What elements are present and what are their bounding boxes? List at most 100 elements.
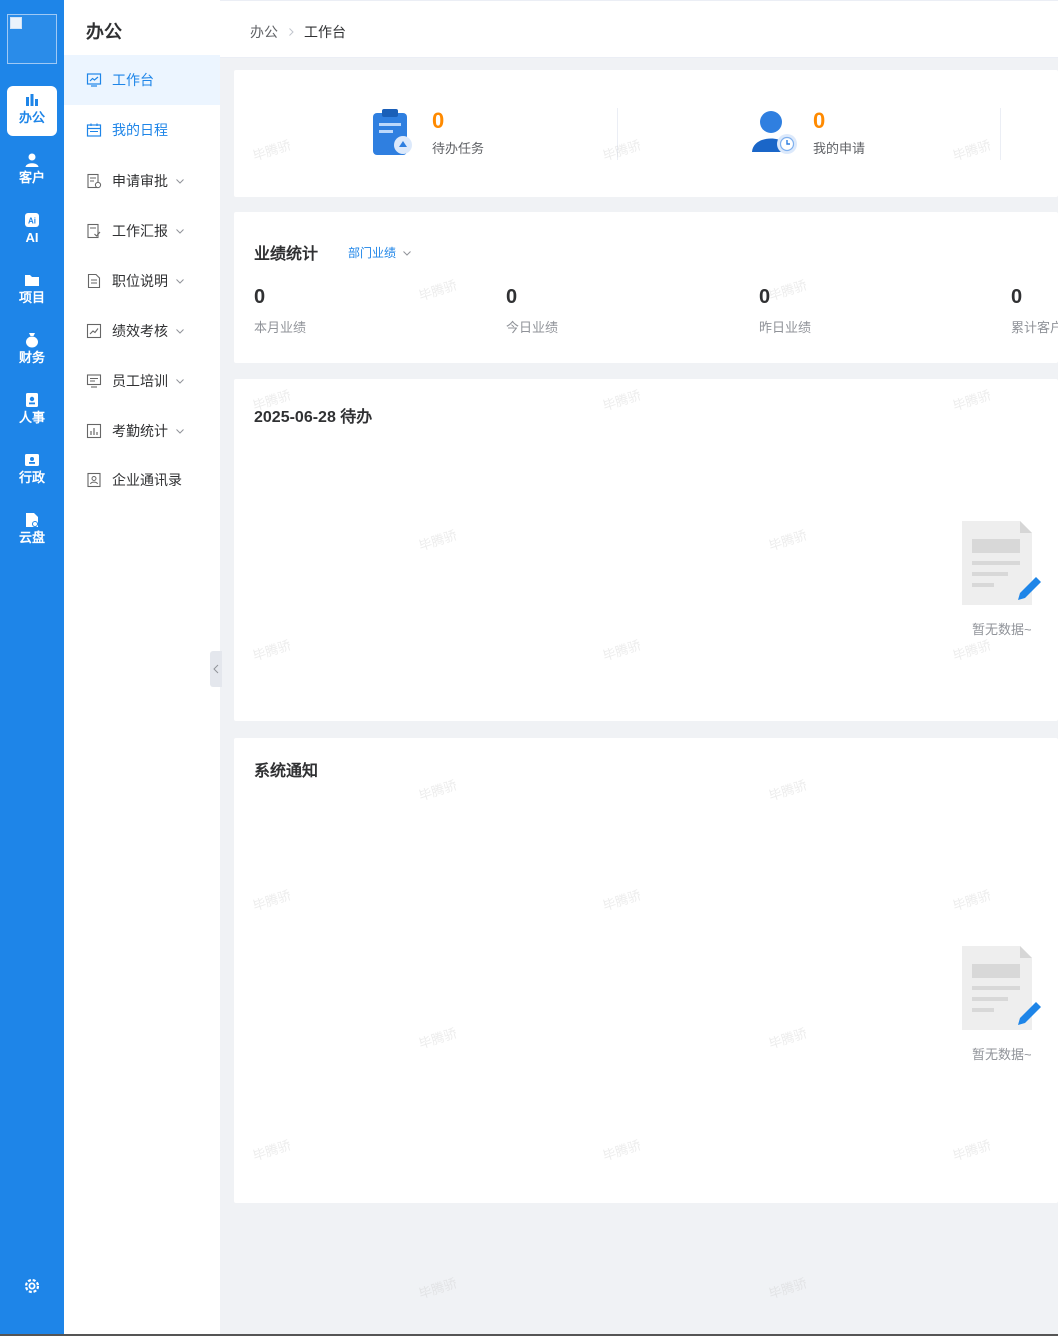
stat-value: 0 xyxy=(506,286,518,308)
menu-item-contacts[interactable]: 企业通讯录 xyxy=(64,455,220,505)
hr-badge-icon xyxy=(26,393,38,407)
project-folder-icon xyxy=(25,275,39,286)
approval-doc-icon xyxy=(87,173,102,189)
notice-empty-text: 暂无数据~ xyxy=(972,1047,1032,1062)
stat-value: 0 xyxy=(759,286,771,308)
menu-item-schedule[interactable]: 我的日程 xyxy=(64,105,220,155)
notice-empty-state: 暂无数据~ xyxy=(962,944,1044,1063)
notice-title: 系统通知 xyxy=(254,763,319,780)
rail-item-label: AI xyxy=(25,230,39,245)
stat-today: 0 今日业绩 xyxy=(506,286,558,336)
rail-item-customer[interactable]: 客户 xyxy=(7,146,57,196)
my-applications-label: 我的申请 xyxy=(813,141,866,156)
menu-item-label: 绩效考核 xyxy=(112,323,168,339)
training-screen-icon xyxy=(86,374,102,388)
menu-item-workbench[interactable]: 工作台 xyxy=(64,55,220,105)
stat-label: 昨日业绩 xyxy=(759,320,812,335)
chevron-down-icon xyxy=(176,329,184,334)
task-summary-card: 0 待办任务 0 我的申请 xyxy=(234,70,1058,197)
chevron-down-icon xyxy=(176,179,184,184)
menu-item-training[interactable]: 员工培训 xyxy=(64,356,220,406)
performance-title: 业绩统计 xyxy=(254,246,319,263)
rail-item-label: 人事 xyxy=(18,410,45,425)
rail-item-cloud[interactable]: 云盘 xyxy=(7,506,57,556)
breadcrumb: 办公 工作台 xyxy=(250,22,346,42)
report-doc-icon xyxy=(87,223,101,239)
stat-month: 0 本月业绩 xyxy=(254,286,306,336)
chevron-down-icon xyxy=(176,429,184,434)
menu-item-performance[interactable]: 绩效考核 xyxy=(64,306,220,356)
ai-icon: Ai xyxy=(25,213,39,227)
chevron-right-icon xyxy=(289,28,294,36)
submenu-title: 办公 xyxy=(86,22,122,42)
rail-item-label: 客户 xyxy=(18,170,45,185)
rail-item-finance[interactable]: 财务 xyxy=(7,326,57,376)
app-logo[interactable] xyxy=(7,14,57,64)
menu-item-attendance[interactable]: 考勤统计 xyxy=(64,406,220,456)
menu-item-label: 我的日程 xyxy=(112,122,168,138)
my-applications-count: 0 xyxy=(813,108,826,133)
sidebar-collapse-handle[interactable] xyxy=(210,651,222,687)
app-root: 办公 客户 Ai AI 项目 财务 人事 行政 云盘 办公 工作台 我的日程 申… xyxy=(0,0,1058,1336)
rail-item-office[interactable]: 办公 xyxy=(7,86,57,136)
menu-item-label: 工作汇报 xyxy=(112,223,168,239)
todo-card: 2025-06-28 待办 暂无数据~ xyxy=(234,379,1058,721)
finance-icon xyxy=(26,333,38,348)
stat-yesterday: 0 昨日业绩 xyxy=(759,286,811,336)
stat-value: 0 xyxy=(1011,286,1023,308)
rail-item-label: 云盘 xyxy=(18,530,45,545)
stat-value: 0 xyxy=(254,286,266,308)
user-clock-icon xyxy=(752,111,797,154)
rail-item-admin[interactable]: 行政 xyxy=(7,446,57,496)
calendar-icon xyxy=(86,123,102,137)
rail-item-ai[interactable]: Ai AI xyxy=(7,206,57,256)
chevron-down-icon xyxy=(176,379,184,384)
rail-item-label: 行政 xyxy=(18,470,45,485)
monitor-icon xyxy=(86,73,102,87)
clipboard-task-icon xyxy=(373,109,412,155)
office-submenu: 办公 工作台 我的日程 申请审批 工作汇报 职位说明 绩效考核 员工培训 考勤统… xyxy=(64,0,220,1334)
stat-label: 累计客户 xyxy=(1011,320,1058,335)
gear-icon[interactable] xyxy=(22,1276,42,1296)
watermark: 毕腾骄 xyxy=(416,1275,459,1302)
menu-item-label: 员工培训 xyxy=(112,373,168,389)
contacts-icon xyxy=(87,472,101,488)
stat-label: 本月业绩 xyxy=(254,320,307,335)
menu-item-label: 工作台 xyxy=(112,72,154,88)
empty-document-icon xyxy=(962,946,1041,1030)
performance-scope-label: 部门业绩 xyxy=(348,246,397,260)
performance-scope-dropdown[interactable]: 部门业绩 xyxy=(348,244,412,261)
breadcrumb-current: 工作台 xyxy=(304,24,346,40)
empty-document-icon xyxy=(962,521,1041,605)
my-applications-widget[interactable]: 0 我的申请 xyxy=(751,108,865,158)
module-rail: 办公 客户 Ai AI 项目 财务 人事 行政 云盘 xyxy=(0,0,64,1334)
pending-tasks-count: 0 xyxy=(432,108,445,133)
rail-item-hr[interactable]: 人事 xyxy=(7,386,57,436)
chevron-down-icon xyxy=(403,250,411,256)
broken-image-icon xyxy=(10,17,22,29)
rail-item-label: 办公 xyxy=(18,110,45,125)
todo-empty-state: 暂无数据~ xyxy=(962,519,1044,638)
admin-card-icon xyxy=(25,454,39,466)
menu-item-report[interactable]: 工作汇报 xyxy=(64,206,220,256)
menu-item-approval[interactable]: 申请审批 xyxy=(64,156,220,206)
rail-item-label: 项目 xyxy=(18,290,45,305)
breadcrumb-root[interactable]: 办公 xyxy=(250,22,278,42)
menu-item-position[interactable]: 职位说明 xyxy=(64,256,220,306)
menu-item-label: 申请审批 xyxy=(112,173,168,189)
customer-icon xyxy=(25,153,39,167)
menu-item-label: 职位说明 xyxy=(112,273,168,289)
pending-tasks-widget[interactable]: 0 待办任务 xyxy=(370,108,484,158)
rail-item-project[interactable]: 项目 xyxy=(7,266,57,316)
cloud-disk-icon xyxy=(26,513,38,527)
menu-item-label: 考勤统计 xyxy=(112,423,168,439)
rail-item-label: 财务 xyxy=(18,350,45,365)
divider xyxy=(617,108,618,160)
attendance-chart-icon xyxy=(86,423,102,439)
position-doc-icon xyxy=(87,273,101,289)
todo-empty-text: 暂无数据~ xyxy=(972,622,1032,637)
stat-label: 今日业绩 xyxy=(506,320,559,335)
todo-title: 2025-06-28 待办 xyxy=(254,409,373,426)
stat-total-customers: 0 累计客户 xyxy=(1011,286,1058,336)
performance-chart-icon xyxy=(86,323,102,339)
